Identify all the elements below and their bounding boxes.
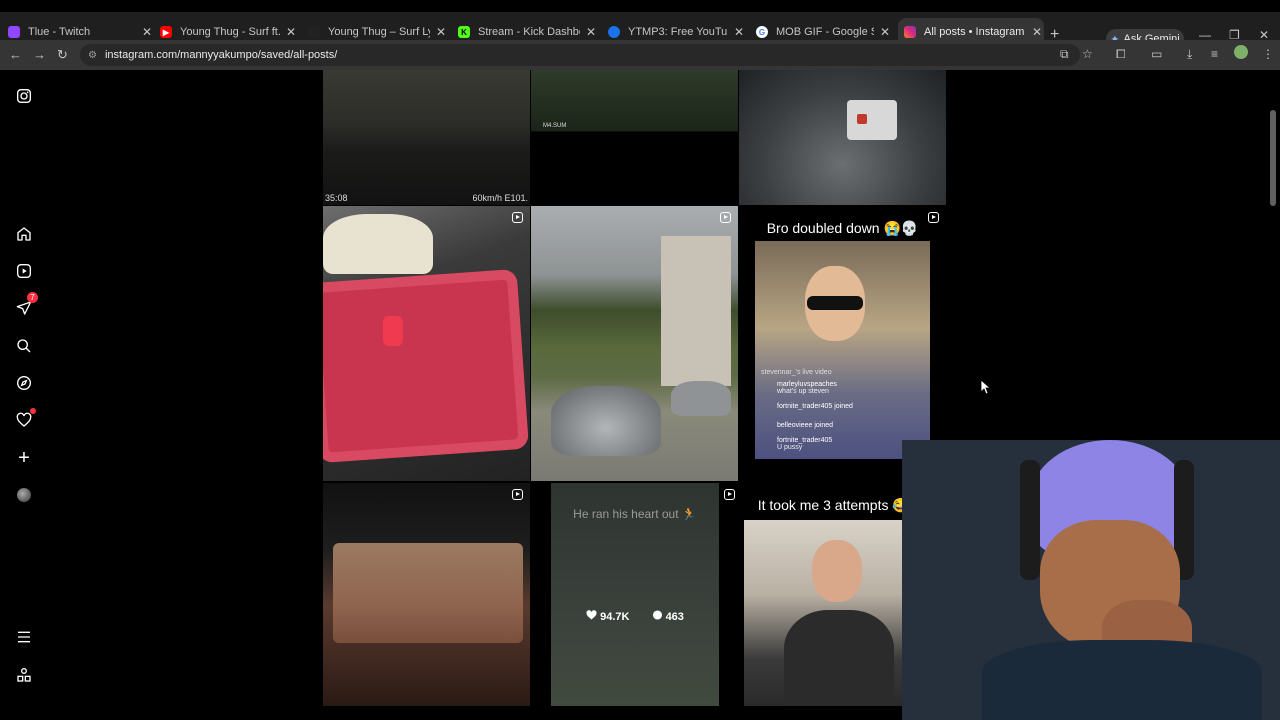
extensions-icon[interactable]: ⧠ <box>1116 47 1126 62</box>
saved-post-mclaren[interactable] <box>531 206 738 481</box>
watermark-tag: M4.SUM <box>543 123 567 129</box>
video-timestamp: 35:08 <box>325 193 348 203</box>
tab-title: Young Thug – Surf Lyrics | G <box>328 26 430 38</box>
likes-count: 94.7K <box>600 611 630 623</box>
downloads-icon[interactable]: ⤓ <box>1187 47 1192 62</box>
page-scrollbar[interactable] <box>1270 110 1276 206</box>
saved-post-pan[interactable] <box>323 206 530 481</box>
forward-icon[interactable]: → <box>33 47 46 62</box>
chrome-menu-icon[interactable]: ⋮ <box>1262 47 1274 61</box>
shirt <box>784 610 894 706</box>
google-icon: G <box>756 26 768 38</box>
close-icon[interactable]: ✕ <box>732 25 746 39</box>
notifications-icon[interactable] <box>14 408 36 430</box>
heart-icon <box>586 610 597 620</box>
saved-post-car-mirror[interactable] <box>323 483 530 706</box>
sunglasses <box>807 296 863 310</box>
back-icon[interactable]: ← <box>9 47 22 62</box>
reel-icon <box>928 212 939 223</box>
reload-icon[interactable]: ↻ <box>57 47 68 63</box>
video-frame: stevennar_'s live video marleyluvspeache… <box>755 241 930 459</box>
address-bar[interactable]: ⚙ instagram.com/mannyyakumpo/saved/all-p… <box>80 44 1080 66</box>
comment-user: belleovieee joined <box>777 422 834 429</box>
reel-icon <box>720 212 731 223</box>
mouse-cursor-icon <box>981 380 991 395</box>
red-pan <box>323 268 530 464</box>
messages-badge: 7 <box>27 292 38 303</box>
second-car <box>671 381 731 416</box>
url-text: instagram.com/mannyyakumpo/saved/all-pos… <box>104 49 338 61</box>
comments-stat: 463 <box>652 610 684 623</box>
kick-icon: K <box>458 26 470 38</box>
comment-icon <box>652 610 662 620</box>
comment-user: fortnite_trader405 joined <box>777 403 853 410</box>
post-caption: Bro doubled down 😭💀 <box>766 220 919 236</box>
tab-title: Stream - Kick Dashboard <box>478 26 580 38</box>
profile-avatar[interactable] <box>1234 45 1248 59</box>
post-stats: 94.7K 463 <box>551 610 719 623</box>
laughing-face <box>812 540 862 602</box>
saved-post-ran-heart-out[interactable]: He ran his heart out 🏃 94.7K 463 <box>551 483 719 706</box>
reels-icon[interactable] <box>14 261 34 281</box>
close-icon[interactable]: ✕ <box>878 25 892 39</box>
genius-icon <box>308 26 320 38</box>
saved-post-dashcam[interactable]: 35:08 60km/h E101. <box>323 70 530 205</box>
instagram-favicon-icon <box>904 26 916 38</box>
reel-icon <box>512 489 523 500</box>
reel-icon <box>512 212 523 223</box>
tab-title: MOB GIF - Google Search <box>776 26 874 38</box>
home-icon[interactable] <box>14 224 34 244</box>
notification-dot <box>30 408 36 414</box>
youtube-icon: ▶ <box>160 26 172 38</box>
site-info-icon[interactable]: ⚙ <box>88 50 97 61</box>
live-label: stevennar_'s live video <box>761 369 832 376</box>
instagram-sidebar: 7 + <box>0 70 48 720</box>
twitch-icon <box>8 26 20 38</box>
search-icon[interactable] <box>14 336 34 356</box>
bookmark-star-icon[interactable]: ☆ <box>1082 47 1093 61</box>
red-button <box>857 114 867 124</box>
close-icon[interactable]: ✕ <box>1030 25 1044 39</box>
media-icon[interactable]: ≡ <box>1211 47 1218 61</box>
instagram-icon[interactable] <box>14 86 34 106</box>
tab-title: Young Thug - Surf ft. Gu <box>180 26 280 38</box>
explore-icon[interactable] <box>14 373 34 393</box>
messages-icon[interactable]: 7 <box>14 292 38 318</box>
comment-text: what's up steven <box>777 388 829 395</box>
tab-title: Tlue - Twitch <box>28 26 91 38</box>
tab-title: All posts • Instagram <box>924 26 1025 38</box>
saved-post-car-interior[interactable] <box>739 70 946 205</box>
likes-stat: 94.7K <box>586 610 630 623</box>
comments-count: 463 <box>665 611 684 623</box>
install-app-icon[interactable]: ⧉ <box>1060 47 1069 62</box>
silver-car <box>551 386 661 456</box>
browser-toolbar: ← → ↻ ⚙ instagram.com/mannyyakumpo/saved… <box>0 40 1280 70</box>
create-icon[interactable]: + <box>14 447 34 469</box>
close-icon[interactable]: ✕ <box>584 25 598 39</box>
also-from-meta-icon[interactable] <box>14 665 34 685</box>
video-speed-readout: 60km/h E101. <box>472 193 528 203</box>
webcam-overlay <box>902 440 1280 720</box>
saved-post-car-road[interactable]: M4.SUM <box>531 70 738 205</box>
ytmp3-icon <box>608 26 620 38</box>
house-wall <box>661 236 731 386</box>
close-icon[interactable]: ✕ <box>434 25 448 39</box>
streamer-shirt <box>982 640 1262 720</box>
browser-tab-bar: Tlue - Twitch ✕ ▶ Young Thug - Surf ft. … <box>0 0 1280 49</box>
brush-head <box>383 316 403 346</box>
close-icon[interactable]: ✕ <box>140 25 154 39</box>
bread-slices <box>323 214 433 274</box>
headphone-left <box>1020 460 1040 580</box>
mirror-reflection <box>333 543 523 643</box>
dashboard-panel <box>847 100 897 140</box>
close-icon[interactable]: ✕ <box>284 25 298 39</box>
more-menu-icon[interactable] <box>14 627 34 647</box>
reel-icon <box>724 489 735 500</box>
post-caption: He ran his heart out 🏃 <box>573 507 697 521</box>
comment-user: marleyluvspeaches <box>777 381 837 388</box>
sidepanel-icon[interactable]: ▭ <box>1151 47 1162 61</box>
grid-spacer <box>719 483 739 706</box>
profile-icon[interactable] <box>14 485 34 505</box>
tab-title: YTMP3: Free YouTube to MP <box>628 26 728 38</box>
